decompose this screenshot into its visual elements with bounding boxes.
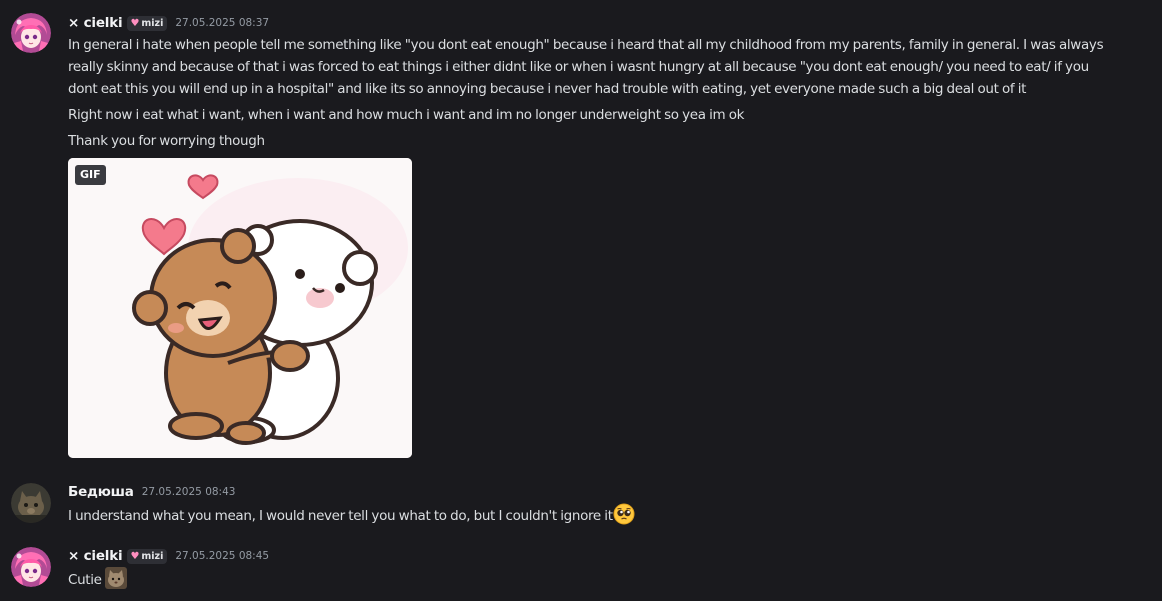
heart-icon: ♥ [130,550,140,562]
message-text-line: Right now i eat what i want, when i want… [68,107,745,123]
message-text-line: dont eat this you will end up in a hospi… [68,81,1027,97]
message-text-line: Cutie [68,567,1152,596]
pink-hair-anime-avatar-icon [11,547,51,587]
cat-photo-avatar-icon [11,483,51,523]
username[interactable]: × cielki [68,548,123,564]
clan-tag-label: mizi [141,17,164,29]
timestamp: 27.05.2025 08:37 [175,17,270,29]
message-header: × cielki ♥ mizi 27.05.2025 08:37 [68,13,269,33]
pleading-face-emoji-icon[interactable] [613,503,635,532]
user-avatar[interactable] [11,547,51,587]
user-avatar[interactable] [11,13,51,53]
message-text-line: Thank you for worrying though [68,133,265,149]
message-text-line: I understand what you mean, I would neve… [68,503,1152,532]
username[interactable]: × cielki [68,15,123,31]
bears-hugging-gif-image [68,158,412,458]
clan-tag[interactable]: ♥ mizi [127,548,168,564]
user-avatar[interactable] [11,483,51,523]
username[interactable]: Бедюша [68,484,134,500]
message-text-line: In general i hate when people tell me so… [68,37,1104,53]
clan-tag-label: mizi [141,550,164,562]
message-header: Бедюша 27.05.2025 08:43 [68,482,235,502]
clan-tag[interactable]: ♥ mizi [127,15,168,31]
gif-badge: GIF [75,165,106,185]
pink-hair-anime-avatar-icon [11,13,51,53]
heart-icon: ♥ [130,17,140,29]
chat-message-list: × cielki ♥ mizi 27.05.2025 08:37 In gene… [0,0,1162,601]
timestamp: 27.05.2025 08:43 [141,486,236,498]
message-text: I understand what you mean, I would neve… [68,508,613,524]
message-header: × cielki ♥ mizi 27.05.2025 08:45 [68,546,269,566]
cat-emoji-icon[interactable] [105,567,128,596]
message-text: Cutie [68,572,102,588]
timestamp: 27.05.2025 08:45 [175,550,270,562]
gif-attachment[interactable]: GIF [68,158,412,458]
message-text-line: really skinny and because of that i was … [68,59,1089,75]
